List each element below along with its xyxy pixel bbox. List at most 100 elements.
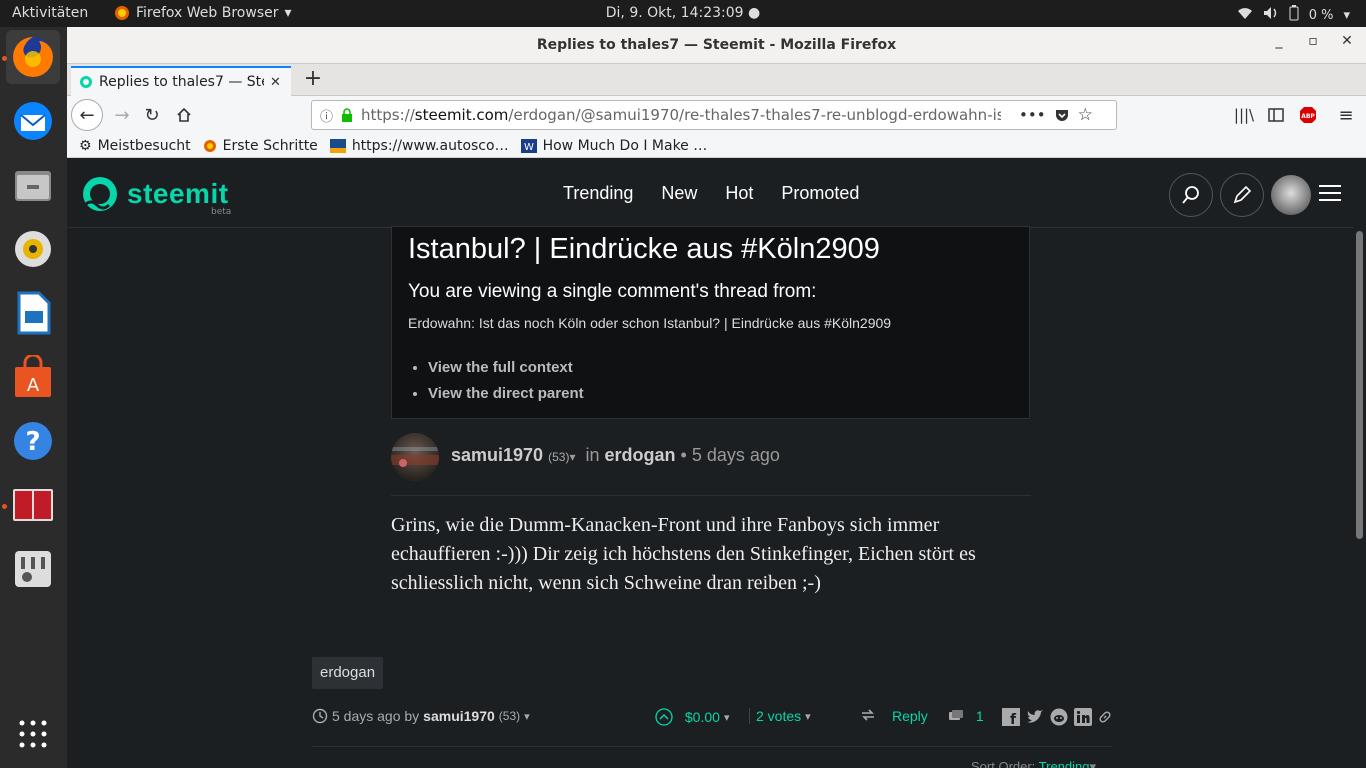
- votes-count[interactable]: 2 votes ▾: [749, 708, 811, 724]
- reload-button[interactable]: ↻: [137, 101, 167, 129]
- chevron-down-icon[interactable]: ▾: [524, 710, 530, 723]
- svg-text:?: ?: [25, 427, 40, 457]
- bookmark-how-much[interactable]: W How Much Do I Make …: [520, 138, 707, 154]
- linkedin-icon[interactable]: [1074, 708, 1092, 726]
- write-post-button[interactable]: [1220, 173, 1264, 217]
- dock-files[interactable]: [6, 158, 60, 212]
- comment-body: Grins, wie die Dumm-Kanacken-Front und i…: [391, 514, 976, 594]
- activities-button[interactable]: Aktivitäten: [12, 5, 88, 21]
- firefox-icon: [115, 6, 129, 20]
- url-bar[interactable]: ⓘ https://steemit.com/erdogan/@samui1970…: [311, 100, 1117, 130]
- chevron-down-icon[interactable]: ▾: [724, 711, 730, 724]
- navigation-bar: ← → ↻ ⓘ https://steemit.com/erdogan/@sam…: [67, 96, 1366, 134]
- reddit-icon[interactable]: [1050, 708, 1068, 726]
- tag-erdogan[interactable]: erdogan: [312, 657, 384, 689]
- steemit-header: steemit beta Trending New Hot Promoted: [67, 161, 1353, 228]
- comment-meta: samui1970 (53)▾ in erdogan • 5 days ago: [451, 445, 780, 466]
- view-full-context-link[interactable]: View the full context: [428, 355, 584, 381]
- minimize-button[interactable]: _: [1267, 33, 1291, 49]
- reply-button[interactable]: Reply: [892, 708, 928, 724]
- dock-help[interactable]: ?: [6, 414, 60, 468]
- bookmarks-bar: ⚙ Meistbesucht Erste Schritte https://ww…: [67, 134, 1366, 158]
- bookmark-getting-started[interactable]: Erste Schritte: [203, 138, 318, 154]
- app-menu-label: Firefox Web Browser: [136, 5, 279, 21]
- battery-percent: 0 %: [1308, 7, 1334, 23]
- forward-button[interactable]: →: [107, 101, 137, 129]
- search-button[interactable]: [1169, 173, 1213, 217]
- window-title: Replies to thales7 — Steemit - Mozilla F…: [536, 37, 897, 53]
- footer-author[interactable]: samui1970: [423, 708, 495, 724]
- tab-active[interactable]: Replies to thales7 — Steemit ✕: [71, 66, 291, 96]
- tab-bar: Replies to thales7 — Steemit ✕ +: [67, 64, 1366, 96]
- dock-writer[interactable]: [6, 286, 60, 340]
- clock-icon: [312, 708, 328, 724]
- upvote-icon[interactable]: [655, 708, 673, 726]
- svg-text:A: A: [27, 375, 40, 396]
- back-button[interactable]: ←: [71, 99, 103, 131]
- menu-button[interactable]: ≡: [1331, 101, 1361, 129]
- dock-settings[interactable]: [6, 542, 60, 596]
- thread-source-title[interactable]: Erdowahn: Ist das noch Köln oder schon I…: [408, 315, 891, 331]
- dock-thunderbird[interactable]: [6, 94, 60, 148]
- page-content: steemit beta Trending New Hot Promoted I…: [67, 161, 1366, 768]
- pocket-icon[interactable]: [1054, 107, 1070, 123]
- link-icon[interactable]: [1098, 710, 1112, 724]
- steemit-favicon-icon: [80, 76, 92, 88]
- comment-footer: 5 days ago by samui1970 (53) ▾ $0.00 ▾ 2 v…: [312, 701, 1112, 733]
- arrow-right-icon: →: [114, 104, 130, 126]
- close-window-button[interactable]: ✕: [1335, 33, 1359, 49]
- payout-value[interactable]: $0.00: [685, 709, 720, 725]
- sidebar-button[interactable]: [1261, 101, 1291, 129]
- volume-icon: [1263, 6, 1279, 24]
- show-applications-button[interactable]: [6, 707, 60, 761]
- dock-firefox[interactable]: [6, 30, 60, 84]
- library-button[interactable]: |||\: [1229, 101, 1259, 129]
- app-menu[interactable]: Firefox Web Browser ▾: [114, 5, 292, 21]
- tab-close-icon[interactable]: ✕: [270, 75, 281, 90]
- steemit-logo[interactable]: steemit beta: [81, 175, 231, 217]
- bookmark-most-visited[interactable]: ⚙ Meistbesucht: [79, 138, 191, 154]
- sort-order[interactable]: Sort Order: Trending▾: [971, 759, 1096, 768]
- dock: A ?: [0, 27, 67, 768]
- home-button[interactable]: [169, 101, 199, 129]
- bookmark-star-icon[interactable]: ☆: [1078, 105, 1093, 125]
- page-actions-button[interactable]: •••: [1019, 106, 1046, 124]
- user-avatar[interactable]: [1271, 175, 1311, 215]
- adblock-button[interactable]: ABP: [1293, 101, 1323, 129]
- shopping-bag-icon: A: [15, 355, 51, 397]
- author-reputation: (53): [548, 450, 570, 464]
- view-direct-parent-link[interactable]: View the direct parent: [428, 381, 584, 407]
- comment-author[interactable]: samui1970: [451, 445, 543, 465]
- maximize-button[interactable]: ▫: [1301, 33, 1325, 49]
- resteem-icon: [862, 709, 874, 721]
- menu-hamburger-button[interactable]: [1319, 184, 1341, 206]
- replies-count[interactable]: 1: [948, 708, 984, 724]
- svg-text:ABP: ABP: [1301, 113, 1315, 120]
- facebook-icon[interactable]: f: [1002, 708, 1020, 726]
- chevron-down-icon[interactable]: ▾: [569, 450, 575, 464]
- steemit-w-favicon-icon: W: [520, 138, 537, 153]
- system-tray[interactable]: 0 % ▾: [1237, 5, 1350, 25]
- dock-rhythmbox[interactable]: [6, 222, 60, 276]
- bookmark-autoscout[interactable]: https://www.autosco…: [329, 138, 509, 154]
- resteem-button[interactable]: [860, 708, 876, 722]
- nav-new[interactable]: New: [661, 183, 697, 204]
- new-tab-button[interactable]: +: [299, 66, 327, 94]
- nav-hot[interactable]: Hot: [725, 183, 753, 204]
- scrollbar-thumb[interactable]: [1356, 231, 1363, 539]
- info-icon[interactable]: ⓘ: [320, 106, 333, 125]
- comment-time[interactable]: 5 days ago: [692, 445, 780, 465]
- comment-category[interactable]: erdogan: [605, 445, 676, 465]
- firefox-window: Replies to thales7 — Steemit - Mozilla F…: [67, 27, 1366, 768]
- nav-trending[interactable]: Trending: [563, 183, 633, 204]
- scrollbar[interactable]: [1353, 161, 1366, 768]
- thread-context-box: Istanbul? | Eindrücke aus #Köln2909 You …: [391, 226, 1030, 419]
- hamburger-icon: ≡: [1338, 104, 1354, 126]
- nav-promoted[interactable]: Promoted: [781, 183, 859, 204]
- twitter-icon[interactable]: [1026, 709, 1044, 725]
- avatar[interactable]: [391, 433, 439, 481]
- dock-terminal[interactable]: [6, 478, 60, 532]
- library-icon: |||\: [1233, 106, 1255, 124]
- window-titlebar[interactable]: Replies to thales7 — Steemit - Mozilla F…: [67, 27, 1366, 64]
- dock-software[interactable]: A: [6, 350, 60, 404]
